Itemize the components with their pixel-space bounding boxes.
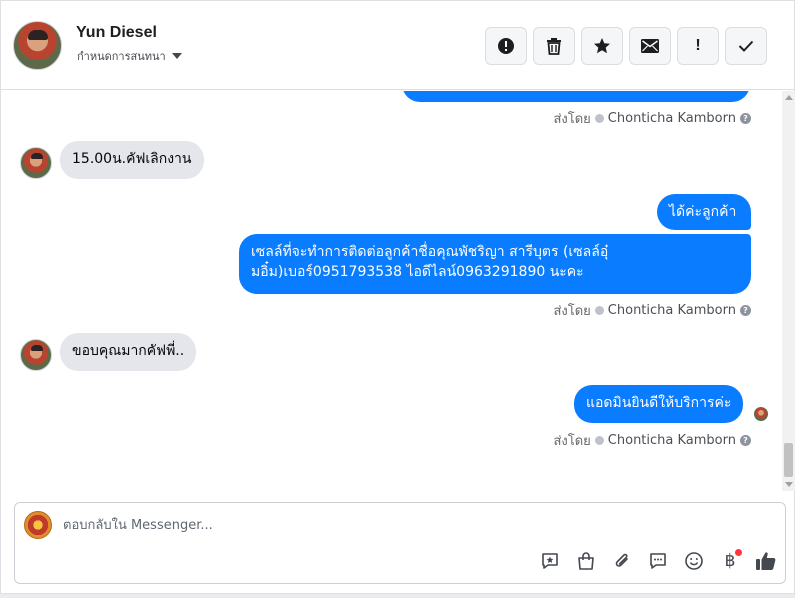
shopping-bag-icon [578,552,594,570]
reply-composer: ฿ [14,502,786,584]
window-bottom-edge [0,594,795,598]
mark-unread-button[interactable] [629,27,671,65]
notification-dot [735,549,742,556]
alert-circle-icon [498,38,514,54]
thumbs-up-icon [756,552,776,570]
assign-label: กำหนดการสนทนา [77,50,166,63]
sent-by-label: ส่งโดย Chonticha Kamborn ? [553,300,751,321]
reply-input[interactable] [63,515,663,535]
emoji-button[interactable] [680,549,708,573]
star-button[interactable] [581,27,623,65]
saved-reply-button[interactable] [536,549,564,573]
like-button[interactable] [752,549,780,573]
scroll-thumb[interactable] [784,443,793,477]
conversation-panel: Yun Diesel กำหนดการสนทนา ! ส่งโดย Chonti… [0,0,795,594]
outgoing-message-partial[interactable] [402,91,750,102]
sent-by-label: ส่งโดย Chonticha Kamborn ? [553,108,751,129]
sent-by-prefix: ส่งโดย [553,112,591,127]
help-icon[interactable]: ? [740,435,751,446]
thread-scrollbar[interactable] [782,91,795,491]
checkmark-icon [738,40,754,52]
sent-by-prefix: ส่งโดย [553,304,591,319]
sent-check-icon [594,114,604,123]
emoji-icon [685,552,703,570]
shop-button[interactable] [572,549,600,573]
outgoing-message[interactable]: แอดมินยินดีให้บริการค่ะ [574,385,744,423]
mark-done-button[interactable] [725,27,767,65]
caret-down-icon [171,53,182,59]
quick-reply-button[interactable] [644,549,672,573]
contact-avatar-small[interactable] [20,147,52,179]
sent-check-icon [594,436,604,445]
incoming-message[interactable]: ขอบคุณมากคัฟพี่.. [60,333,197,371]
baht-payment-icon: ฿ [724,551,736,571]
sender-name[interactable]: Chonticha Kamborn [608,303,736,318]
scroll-up-arrow-icon[interactable] [785,95,793,100]
sent-by-prefix: ส่งโดย [553,434,591,449]
sent-check-icon [594,306,604,315]
envelope-icon [641,39,659,53]
spam-button[interactable] [485,27,527,65]
outgoing-message[interactable]: ได้ค่ะลูกค้า [657,194,751,230]
chat-bubble-icon [650,553,666,569]
delete-button[interactable] [533,27,575,65]
assign-conversation-dropdown[interactable]: กำหนดการสนทนา [77,47,182,65]
follow-up-button[interactable]: ! [677,27,719,65]
saved-reply-icon [542,553,558,569]
read-receipt-avatar [754,407,768,421]
header-toolbar: ! [485,27,767,65]
contact-avatar-small[interactable] [20,339,52,371]
sender-name[interactable]: Chonticha Kamborn [608,111,736,126]
contact-avatar[interactable] [13,21,62,70]
page-avatar [24,511,52,539]
help-icon[interactable]: ? [740,113,751,124]
paperclip-icon [615,553,628,567]
conversation-header: Yun Diesel กำหนดการสนทนา ! [1,1,794,90]
exclamation-icon: ! [695,37,701,54]
help-icon[interactable]: ? [740,305,751,316]
attach-button[interactable] [608,549,636,573]
payment-button[interactable]: ฿ [716,549,744,573]
outgoing-message[interactable]: เซลล์ที่จะทำการติดต่อลูกค้าชื่อคุณพัชริญ… [239,234,751,294]
sender-name[interactable]: Chonticha Kamborn [608,433,736,448]
contact-name[interactable]: Yun Diesel [76,24,157,42]
trash-icon [547,38,561,55]
star-icon [594,38,610,54]
incoming-message[interactable]: 15.00น.คัฟเลิกงาน [60,141,204,179]
message-thread[interactable]: ส่งโดย Chonticha Kamborn ? 15.00น.คัฟเลิ… [1,91,782,491]
scroll-down-arrow-icon[interactable] [785,482,793,487]
sent-by-label: ส่งโดย Chonticha Kamborn ? [553,430,751,451]
composer-tools: ฿ [536,549,780,573]
